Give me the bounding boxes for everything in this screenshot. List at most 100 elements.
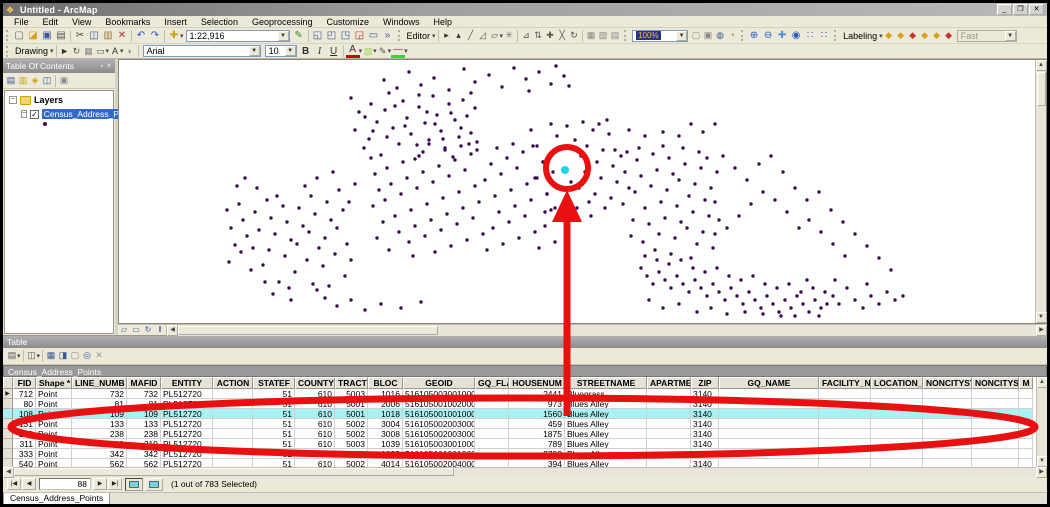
- underline-button[interactable]: U: [327, 45, 341, 58]
- data-view-button[interactable]: ▱: [118, 325, 130, 335]
- column-header[interactable]: LINE_NUMB: [72, 377, 127, 389]
- menu-file[interactable]: File: [7, 17, 36, 27]
- menu-insert[interactable]: Insert: [157, 17, 194, 27]
- new-document-button[interactable]: ▢: [12, 29, 26, 42]
- pan-button[interactable]: ✚: [775, 29, 789, 42]
- column-header[interactable]: ACTION: [213, 377, 253, 389]
- zoom-in-button[interactable]: ⊕: [747, 29, 761, 42]
- full-extent-button[interactable]: ◉: [789, 29, 803, 42]
- collapse-icon[interactable]: −: [9, 96, 17, 104]
- labeling-menu[interactable]: Labeling: [840, 31, 880, 41]
- next-record-button[interactable]: ▶: [93, 478, 107, 490]
- column-header[interactable]: BLOC: [368, 377, 403, 389]
- select-elements-button[interactable]: ►: [59, 45, 71, 58]
- label-tool-6[interactable]: ◆: [943, 29, 955, 42]
- refresh-view-button[interactable]: ↻: [142, 325, 154, 335]
- menu-windows[interactable]: Windows: [376, 17, 427, 27]
- column-header[interactable]: FID: [13, 377, 36, 389]
- cut-polygons-button[interactable]: ✚: [544, 29, 556, 42]
- menu-bookmarks[interactable]: Bookmarks: [98, 17, 157, 27]
- column-header[interactable]: GEOID: [403, 377, 475, 389]
- font-family-dropdown-icon[interactable]: ▼: [249, 46, 260, 56]
- font-size-dropdown-icon[interactable]: ▼: [285, 46, 296, 56]
- column-header[interactable]: APARTME: [647, 377, 691, 389]
- layer-node-census-address-points[interactable]: − ✓ Census_Address_Points: [21, 108, 113, 120]
- table-vertical-scrollbar[interactable]: ▲ ▼: [1036, 377, 1047, 467]
- scrollbar-thumb[interactable]: [178, 326, 438, 335]
- edit-sketch-button[interactable]: ✎: [292, 29, 306, 42]
- model-builder-button[interactable]: ▭: [367, 29, 381, 42]
- column-header[interactable]: LOCATION_: [871, 377, 923, 389]
- map-canvas[interactable]: [119, 60, 1035, 323]
- table-horizontal-scrollbar[interactable]: ◀ ▶: [3, 467, 1047, 477]
- font-family-combo[interactable]: Arial ▼: [143, 45, 261, 57]
- split-tool-button[interactable]: ╳: [556, 29, 568, 42]
- menu-help[interactable]: Help: [427, 17, 460, 27]
- toolbar-grip[interactable]: [834, 30, 838, 41]
- map-scale-combo[interactable]: 1:22,916 ▼: [186, 30, 290, 42]
- reshape-feature-button[interactable]: ⇅: [532, 29, 544, 42]
- menu-geoprocessing[interactable]: Geoprocessing: [245, 17, 320, 27]
- close-icon[interactable]: ✕: [106, 62, 112, 70]
- copy-button[interactable]: ◫: [87, 29, 101, 42]
- scrollbar-thumb[interactable]: [1037, 72, 1046, 106]
- endpoint-arc-button[interactable]: ◿: [477, 29, 489, 42]
- point-symbol-swatch[interactable]: [43, 122, 47, 126]
- column-header[interactable]: GQ_FLA: [475, 377, 509, 389]
- zoom-box-button[interactable]: ▦: [83, 45, 95, 58]
- scroll-left-icon[interactable]: ◀: [167, 325, 178, 336]
- column-header[interactable]: COUNTYF: [295, 377, 335, 389]
- table-row[interactable]: 131Point133133PL512720516105002300451610…: [3, 419, 1036, 429]
- font-size-combo[interactable]: 10 ▼: [265, 45, 297, 57]
- table-row[interactable]: 80Point8181PL512720516105001200651610500…: [3, 399, 1036, 409]
- layout-tool-button-1[interactable]: ▢: [690, 29, 702, 42]
- label-tool-5[interactable]: ◆: [931, 29, 943, 42]
- column-header[interactable]: NONCITYS_: [972, 377, 1019, 389]
- layers-node[interactable]: − Layers: [9, 94, 113, 106]
- python-window-button[interactable]: ◲: [353, 29, 367, 42]
- delete-button[interactable]: ✕: [115, 29, 129, 42]
- table-row[interactable]: 108Point109109PL512720516105001101851610…: [3, 409, 1036, 419]
- table-row[interactable]: 333Point342342PL512720516105001102351610…: [3, 449, 1036, 459]
- italic-button[interactable]: I: [313, 45, 327, 58]
- rotate-element-button[interactable]: ↻: [71, 45, 83, 58]
- open-button[interactable]: ◪: [26, 29, 40, 42]
- layout-view-button[interactable]: ▭: [130, 325, 142, 335]
- current-record-input[interactable]: 88: [39, 478, 91, 490]
- column-header[interactable]: TRACT: [335, 377, 368, 389]
- switch-selection-button[interactable]: ◨: [57, 349, 69, 362]
- menu-customize[interactable]: Customize: [320, 17, 377, 27]
- menu-selection[interactable]: Selection: [194, 17, 245, 27]
- minimize-button[interactable]: _: [997, 4, 1012, 15]
- undo-button[interactable]: ↶: [134, 29, 148, 42]
- edit-vertices-button[interactable]: ⊿: [520, 29, 532, 42]
- point-tool-button[interactable]: ✳: [503, 29, 515, 42]
- fixed-zoom-in-button[interactable]: ∷: [803, 29, 817, 42]
- list-by-drawing-order-button[interactable]: ▤: [5, 74, 17, 87]
- menu-edit[interactable]: Edit: [36, 17, 66, 27]
- attributes-button[interactable]: ▧: [597, 29, 609, 42]
- toolbar-grip[interactable]: [398, 30, 402, 41]
- selected-map-point[interactable]: [561, 166, 569, 174]
- callout-tool-button[interactable]: ◗: [124, 45, 136, 58]
- table-row[interactable]: 232Point238238PL512720516105002300851610…: [3, 429, 1036, 439]
- select-by-attributes-button[interactable]: ▦: [45, 349, 57, 362]
- last-record-button[interactable]: ▶|: [108, 478, 122, 490]
- editor-menu[interactable]: Editor: [404, 31, 434, 41]
- label-tool-4[interactable]: ◆: [919, 29, 931, 42]
- show-selected-records-button[interactable]: [145, 478, 163, 491]
- search-window-button[interactable]: ◳: [339, 29, 353, 42]
- table-row[interactable]: 311Point319319PL512720516105003103951610…: [3, 439, 1036, 449]
- fixed-zoom-out-button[interactable]: ∷: [817, 29, 831, 42]
- redo-button[interactable]: ↷: [148, 29, 162, 42]
- column-header[interactable]: STREETNAME: [565, 377, 647, 389]
- cut-button[interactable]: ✂: [73, 29, 87, 42]
- scroll-down-icon[interactable]: ▼: [1037, 456, 1048, 467]
- toolbar-overflow-icon[interactable]: »: [381, 29, 395, 42]
- rotate-tool-button[interactable]: ↻: [568, 29, 580, 42]
- catalog-window-button[interactable]: ◰: [325, 29, 339, 42]
- label-tool-2[interactable]: ◆: [895, 29, 907, 42]
- column-header[interactable]: M: [1019, 377, 1033, 389]
- add-data-dropdown-icon[interactable]: ▾: [180, 32, 184, 40]
- save-button[interactable]: ▣: [40, 29, 54, 42]
